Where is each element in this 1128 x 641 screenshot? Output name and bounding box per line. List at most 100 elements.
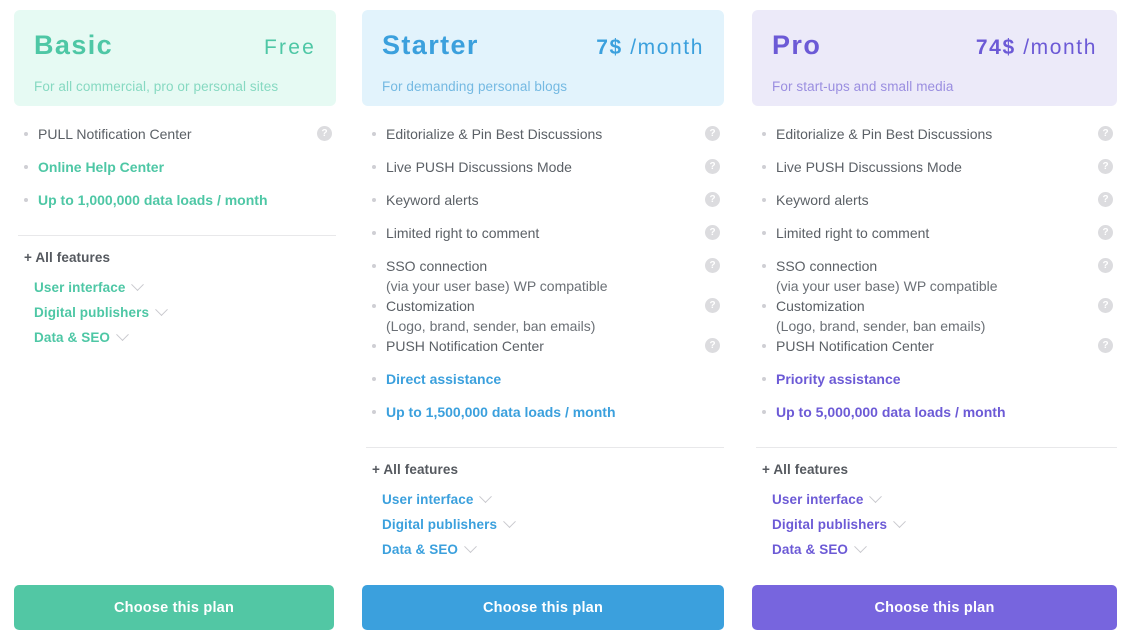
feature-list: PULL Notification Center? Online Help Cen… — [14, 124, 336, 223]
chevron-down-icon — [479, 490, 493, 504]
section-divider — [18, 235, 336, 236]
feature-label: Editorialize & Pin Best Discussions — [776, 124, 1002, 144]
feature-label-main: Live PUSH Discussions Mode — [386, 159, 572, 175]
feature-label-main: PUSH Notification Center — [776, 338, 934, 354]
feature-list: Editorialize & Pin Best Discussions? Live… — [752, 124, 1117, 435]
help-icon[interactable]: ? — [705, 126, 720, 141]
all-features-toggle[interactable]: + All features — [762, 462, 1128, 477]
feature-category-data-seo[interactable]: Data & SEO — [382, 537, 736, 562]
feature-category-list: User interface Digital publishers Data & S… — [34, 275, 348, 350]
feature-item: Up to 1,000,000 data loads / month? — [24, 190, 332, 223]
chevron-down-icon — [155, 303, 168, 317]
feature-item: Keyword alerts? — [372, 190, 720, 223]
feature-label-main: SSO connection — [386, 258, 488, 274]
feature-item: Limited right to comment? — [372, 223, 720, 256]
plan-tagline: For demanding personal blogs — [382, 79, 568, 94]
plan-card-basic: Basic Free For all commercial, pro or pers… — [0, 0, 348, 641]
feature-label: Live PUSH Discussions Mode — [386, 157, 582, 177]
feature-item: Live PUSH Discussions Mode? — [762, 157, 1113, 190]
feature-item: PULL Notification Center? — [24, 124, 332, 157]
feature-category-label: User interface — [772, 492, 864, 507]
feature-label: SSO connection (via your user base) WP co… — [386, 256, 618, 296]
help-icon[interactable]: ? — [705, 192, 720, 207]
feature-label: Live PUSH Discussions Mode — [776, 157, 972, 177]
feature-item: Customization (Logo, brand, sender, ban e… — [762, 296, 1113, 336]
feature-category-digital-publishers[interactable]: Digital publishers — [772, 512, 1128, 537]
choose-plan-button-starter[interactable]: Choose this plan — [362, 585, 724, 630]
feature-item: Online Help Center? — [24, 157, 332, 190]
feature-label: PULL Notification Center — [38, 124, 202, 144]
feature-category-label: Digital publishers — [34, 305, 150, 320]
feature-label-main: Live PUSH Discussions Mode — [776, 159, 962, 175]
feature-label-main: Limited right to comment — [386, 225, 540, 241]
feature-label-main: Editorialize & Pin Best Discussions — [776, 126, 993, 142]
plan-header-pro: Pro 74$ /month For start-ups and small med… — [752, 10, 1117, 106]
feature-label-main: Keyword alerts — [386, 192, 479, 208]
feature-category-label: Data & SEO — [772, 542, 849, 557]
feature-item: Editorialize & Pin Best Discussions? — [762, 124, 1113, 157]
feature-label-main: Priority assistance — [776, 371, 901, 387]
plan-price-amount: 7$ — [596, 36, 623, 59]
chevron-down-icon — [116, 328, 129, 342]
feature-label: Up to 1,000,000 data loads / month — [38, 190, 278, 210]
feature-category-data-seo[interactable]: Data & SEO — [34, 325, 348, 350]
feature-item: SSO connection (via your user base) WP co… — [762, 256, 1113, 296]
help-icon[interactable]: ? — [705, 298, 720, 313]
help-icon[interactable]: ? — [705, 338, 720, 353]
plan-header-starter: Starter 7$ /month For demanding personal b… — [362, 10, 724, 106]
help-icon[interactable]: ? — [1098, 258, 1113, 273]
help-icon[interactable]: ? — [1098, 298, 1113, 313]
feature-list: Editorialize & Pin Best Discussions? Live… — [362, 124, 724, 435]
help-icon[interactable]: ? — [1098, 192, 1113, 207]
plan-header-row: Pro 74$ /month — [772, 28, 1097, 68]
feature-label-detail: (via your user base) WP compatible — [386, 278, 608, 294]
all-features-toggle[interactable]: + All features — [372, 462, 736, 477]
help-icon[interactable]: ? — [1098, 126, 1113, 141]
plan-price-amount: 74$ — [975, 36, 1016, 59]
all-features-toggle[interactable]: + All features — [24, 250, 348, 265]
plan-header-row: Basic Free — [34, 28, 316, 68]
help-icon[interactable]: ? — [705, 258, 720, 273]
feature-label-main: Up to 1,000,000 data loads / month — [38, 192, 268, 208]
feature-item: Priority assistance? — [762, 369, 1113, 402]
feature-category-digital-publishers[interactable]: Digital publishers — [382, 512, 736, 537]
help-icon[interactable]: ? — [705, 159, 720, 174]
help-icon[interactable]: ? — [1098, 225, 1113, 240]
choose-plan-button-pro[interactable]: Choose this plan — [752, 585, 1117, 630]
feature-item: PUSH Notification Center? — [372, 336, 720, 369]
plan-header-row: Starter 7$ /month — [382, 28, 704, 68]
feature-category-digital-publishers[interactable]: Digital publishers — [34, 300, 348, 325]
feature-category-user-interface[interactable]: User interface — [382, 487, 736, 512]
feature-label: Up to 1,500,000 data loads / month — [386, 402, 626, 422]
plan-price-period: /month — [1023, 36, 1097, 59]
help-icon[interactable]: ? — [317, 126, 332, 141]
feature-label: Up to 5,000,000 data loads / month — [776, 402, 1016, 422]
help-icon[interactable]: ? — [1098, 338, 1113, 353]
feature-label: PUSH Notification Center — [386, 336, 554, 356]
plan-price: 7$ /month — [596, 34, 704, 62]
chevron-down-icon — [503, 515, 516, 529]
help-icon[interactable]: ? — [705, 225, 720, 240]
feature-category-data-seo[interactable]: Data & SEO — [772, 537, 1128, 562]
plan-title: Pro — [772, 30, 822, 60]
feature-label: SSO connection (via your user base) WP co… — [776, 256, 1008, 296]
feature-label-main: Direct assistance — [386, 371, 502, 387]
feature-label-main: Keyword alerts — [776, 192, 869, 208]
help-icon[interactable]: ? — [1098, 159, 1113, 174]
feature-category-user-interface[interactable]: User interface — [34, 275, 348, 300]
feature-label-detail: (via your user base) WP compatible — [776, 278, 998, 294]
feature-item: Customization (Logo, brand, sender, ban e… — [372, 296, 720, 336]
plan-price-period: /month — [630, 36, 704, 59]
feature-item: Up to 5,000,000 data loads / month? — [762, 402, 1113, 435]
feature-label: Keyword alerts — [776, 190, 879, 210]
feature-label-main: PUSH Notification Center — [386, 338, 544, 354]
feature-category-user-interface[interactable]: User interface — [772, 487, 1128, 512]
chevron-down-icon — [893, 515, 906, 529]
choose-plan-button-basic[interactable]: Choose this plan — [14, 585, 334, 630]
feature-label: Keyword alerts — [386, 190, 489, 210]
cta-container: Choose this plan — [348, 585, 736, 641]
chevron-down-icon — [854, 540, 867, 554]
feature-label: Priority assistance — [776, 369, 911, 389]
feature-label: PUSH Notification Center — [776, 336, 944, 356]
plan-price: 74$ /month — [976, 34, 1097, 62]
